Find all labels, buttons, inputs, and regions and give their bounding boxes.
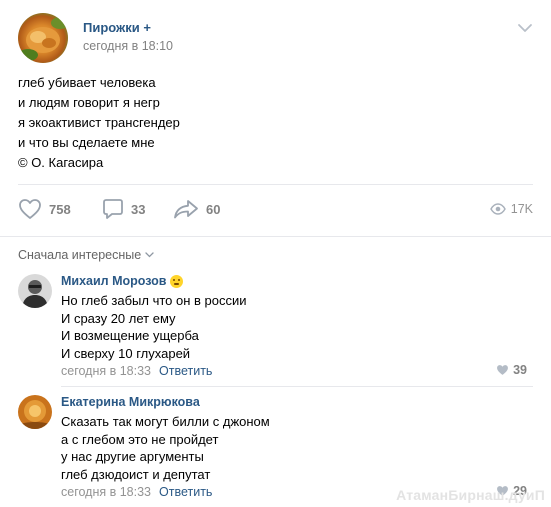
comment-meta: сегодня в 18:33 Ответить (61, 364, 212, 378)
post-text-line: глеб убивает человека (18, 75, 156, 90)
views-counter: 17K (489, 196, 533, 222)
comment-text-line: глеб дзюдоист и депутат (61, 466, 211, 482)
reply-button[interactable]: Ответить (159, 364, 212, 378)
chevron-down-icon (145, 252, 154, 258)
divider (18, 184, 533, 185)
comment-meta: сегодня в 18:33 Ответить (61, 485, 212, 499)
post-date[interactable]: сегодня в 18:10 (83, 39, 173, 53)
post-text-line: и людям говорит я негр (18, 95, 160, 110)
avatar[interactable] (18, 274, 52, 308)
comment-date[interactable]: сегодня в 18:33 (61, 364, 151, 378)
share-button[interactable]: 60 (173, 196, 220, 222)
post-actions: 758 33 60 17K (18, 196, 533, 222)
pie-picture-icon (18, 17, 68, 61)
share-count: 60 (206, 201, 221, 217)
comment-text-line: у нас другие аргументы (61, 449, 204, 464)
user-photo-icon (18, 395, 52, 429)
comment-author[interactable]: Михаил Морозов (61, 274, 184, 288)
like-button[interactable]: 758 (18, 196, 71, 222)
group-name[interactable]: Пирожки + (83, 20, 151, 35)
post-header: Пирожки + сегодня в 18:10 (18, 13, 533, 63)
eye-icon (489, 203, 506, 215)
comment-text-line: И возмещение ущерба (61, 328, 199, 343)
comment-button[interactable]: 33 (102, 196, 145, 222)
post-menu-button[interactable] (517, 21, 533, 33)
comment-text-line: И сверху 10 глухарей (61, 345, 191, 361)
comment: Екатерина Микрюкова Сказать так могут би… (18, 395, 533, 501)
post-text-line: © О. Кагасира (18, 155, 104, 170)
wall-post: Пирожки + сегодня в 18:10 глеб убивает ч… (0, 0, 551, 507)
like-count: 758 (49, 201, 71, 217)
comments-sort-dropdown[interactable]: Сначала интересные (18, 248, 154, 262)
chevron-down-icon (518, 24, 532, 32)
post-text-line: я экоактивист трансгендер (18, 115, 180, 130)
divider (61, 386, 533, 387)
heart-icon (19, 199, 41, 219)
comments-sort-label: Сначала интересные (18, 248, 142, 262)
comment-text-line: а с глебом это не пройдет (61, 431, 219, 447)
smiley-emoji-icon (170, 274, 184, 288)
divider (0, 236, 551, 237)
comment-text: Но глеб забыл что он в россии И сразу 20… (61, 292, 247, 362)
comment-like-button[interactable]: 39 (496, 363, 527, 377)
comment-author[interactable]: Екатерина Микрюкова (61, 395, 200, 409)
comment-icon (103, 199, 123, 219)
comment: Михаил Морозов Но глеб забыл что он в ро… (18, 274, 533, 380)
post-text-line: и что вы сделаете мне (18, 135, 155, 150)
share-arrow-icon (174, 200, 198, 219)
watermark: АтаманБирнаш.дуиП (396, 487, 545, 503)
comment-text-line: Сказать так могут билли с джоном (61, 414, 270, 429)
comment-author-name: Екатерина Микрюкова (61, 395, 200, 409)
comment-date[interactable]: сегодня в 18:33 (61, 485, 151, 499)
comment-like-count: 39 (513, 363, 527, 377)
comment-text-line: Но глеб забыл что он в россии (61, 293, 247, 308)
group-avatar[interactable] (18, 13, 68, 63)
comment-author-name: Михаил Морозов (61, 274, 167, 288)
heart-icon (497, 365, 509, 375)
comment-text-line: И сразу 20 лет ему (61, 310, 176, 326)
avatar[interactable] (18, 395, 52, 429)
views-count: 17K (510, 202, 533, 216)
comment-count: 33 (131, 201, 146, 217)
post-text: глеб убивает человека и людям говорит я … (18, 73, 518, 173)
reply-button[interactable]: Ответить (159, 485, 212, 499)
comment-text: Сказать так могут билли с джоном а с гле… (61, 413, 270, 483)
user-photo-icon (18, 274, 52, 308)
